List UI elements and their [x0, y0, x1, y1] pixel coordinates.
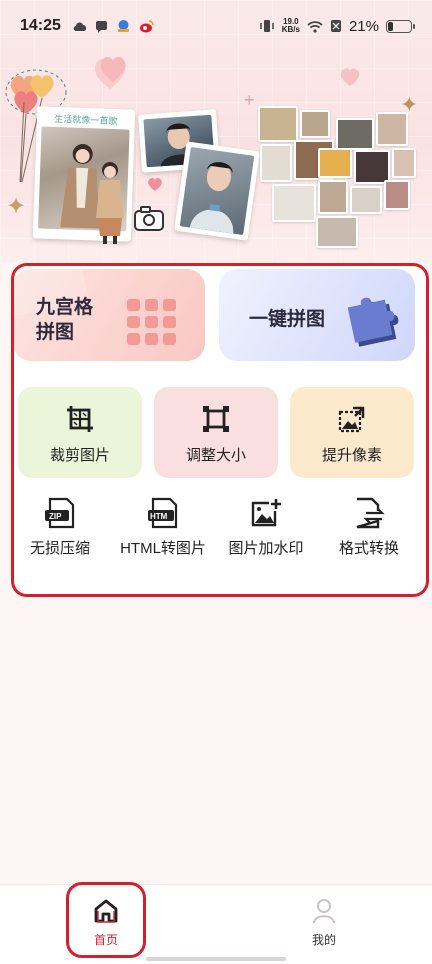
bottom-nav: 首页 我的: [0, 884, 432, 964]
collage-tile: [272, 184, 316, 222]
sparkle-icon: ✦: [6, 193, 27, 220]
battery-percent: 21%: [348, 17, 379, 35]
nine-grid-collage-card[interactable]: 九宫格 拼图: [13, 269, 205, 361]
photo-man-2: [174, 141, 260, 241]
resize-image-label: 调整大小: [185, 447, 246, 464]
camera-sticker-icon: [134, 206, 164, 231]
puzzle-piece-icon: [347, 297, 399, 347]
add-watermark-label: 图片加水印: [228, 540, 304, 557]
girl-cutout-icon: [96, 162, 124, 244]
collage-tile: [260, 144, 292, 182]
collage-tile: [354, 150, 390, 184]
htm-file-icon: HTM: [148, 497, 178, 529]
collage-tile: [376, 112, 408, 146]
message-icon: [95, 20, 107, 33]
status-time: 14:25: [20, 17, 61, 34]
profile-icon: [313, 899, 335, 924]
svg-text:HTM: HTM: [150, 512, 168, 521]
nine-grid-label-line1: 九宫格: [36, 297, 94, 318]
nine-grid-label: 九宫格 拼图: [36, 295, 93, 345]
collage-tile: [300, 110, 330, 138]
format-convert-tool[interactable]: 格式转换: [319, 497, 419, 558]
one-click-label: 一键拼图: [249, 309, 326, 330]
collage-tile: [384, 180, 410, 210]
one-click-collage-card[interactable]: 一键拼图: [219, 269, 415, 361]
resize-image-card[interactable]: 调整大小: [154, 387, 278, 478]
format-convert-label: 格式转换: [338, 540, 399, 557]
crop-image-label: 裁剪图片: [49, 447, 110, 464]
battery-level: [388, 21, 393, 31]
nav-mine-label: 我的: [311, 933, 336, 947]
network-speed: 19.0 KB/s: [282, 18, 300, 34]
home-indicator: [146, 957, 286, 961]
collage-tile: [392, 148, 416, 178]
add-watermark-tool[interactable]: 图片加水印: [216, 497, 316, 558]
wifi-icon: [307, 20, 323, 33]
heart-decoration-icon: [340, 68, 360, 86]
nav-mine[interactable]: 我的: [294, 897, 354, 948]
man-portrait-icon: [189, 162, 234, 234]
heart-decoration-icon: [100, 56, 126, 82]
heart-decoration-icon: [148, 177, 162, 191]
app-notification-icon: [117, 20, 129, 32]
collage-tile: [318, 148, 352, 178]
collage-tile: [316, 216, 358, 248]
lossless-compress-tool[interactable]: ZIP 无损压缩: [10, 497, 110, 558]
html-to-image-tool[interactable]: HTM HTML转图片: [113, 497, 213, 558]
collage-tile: [350, 186, 382, 214]
network-speed-unit: KB/s: [281, 25, 300, 34]
zip-file-icon: ZIP: [45, 497, 75, 529]
nine-grid-icon: [127, 299, 176, 345]
feature-panel: 九宫格 拼图 一键拼图 裁剪图片 调整大小 提升像素 ZIP 无损压缩 HTM …: [13, 264, 431, 596]
collage-tile: [336, 118, 374, 150]
crop-grid-icon: [67, 406, 93, 432]
home-icon: [94, 899, 118, 923]
nine-grid-label-line2: 拼图: [36, 322, 75, 343]
status-bar: 14:25 19.0 KB/s 21%: [0, 0, 432, 52]
sim-disabled-icon: [330, 20, 341, 32]
lossless-compress-label: 无损压缩: [29, 540, 90, 557]
nav-home-label: 首页: [93, 933, 118, 947]
file-convert-icon: [356, 497, 385, 529]
upscale-image-icon: [338, 406, 365, 433]
collage-tile: [258, 106, 298, 142]
weibo-icon: [139, 19, 154, 32]
vibrate-icon: [259, 20, 274, 32]
battery-icon: [386, 19, 415, 33]
resize-frame-icon: [203, 406, 229, 432]
svg-text:ZIP: ZIP: [49, 512, 62, 521]
status-right: 19.0 KB/s 21%: [259, 17, 415, 35]
crop-image-card[interactable]: 裁剪图片: [18, 387, 142, 478]
image-plus-icon: [251, 499, 281, 527]
html-to-image-label: HTML转图片: [120, 540, 206, 557]
upscale-image-card[interactable]: 提升像素: [290, 387, 414, 478]
collage-tile: [318, 180, 348, 214]
cloud-icon: [73, 22, 87, 31]
upscale-image-label: 提升像素: [321, 447, 382, 464]
plus-sparkle-icon: +: [244, 90, 255, 110]
photo-caption: 生活就像一首歌: [54, 113, 118, 127]
status-left: 14:25: [20, 17, 154, 35]
nav-home[interactable]: 首页: [76, 897, 136, 948]
